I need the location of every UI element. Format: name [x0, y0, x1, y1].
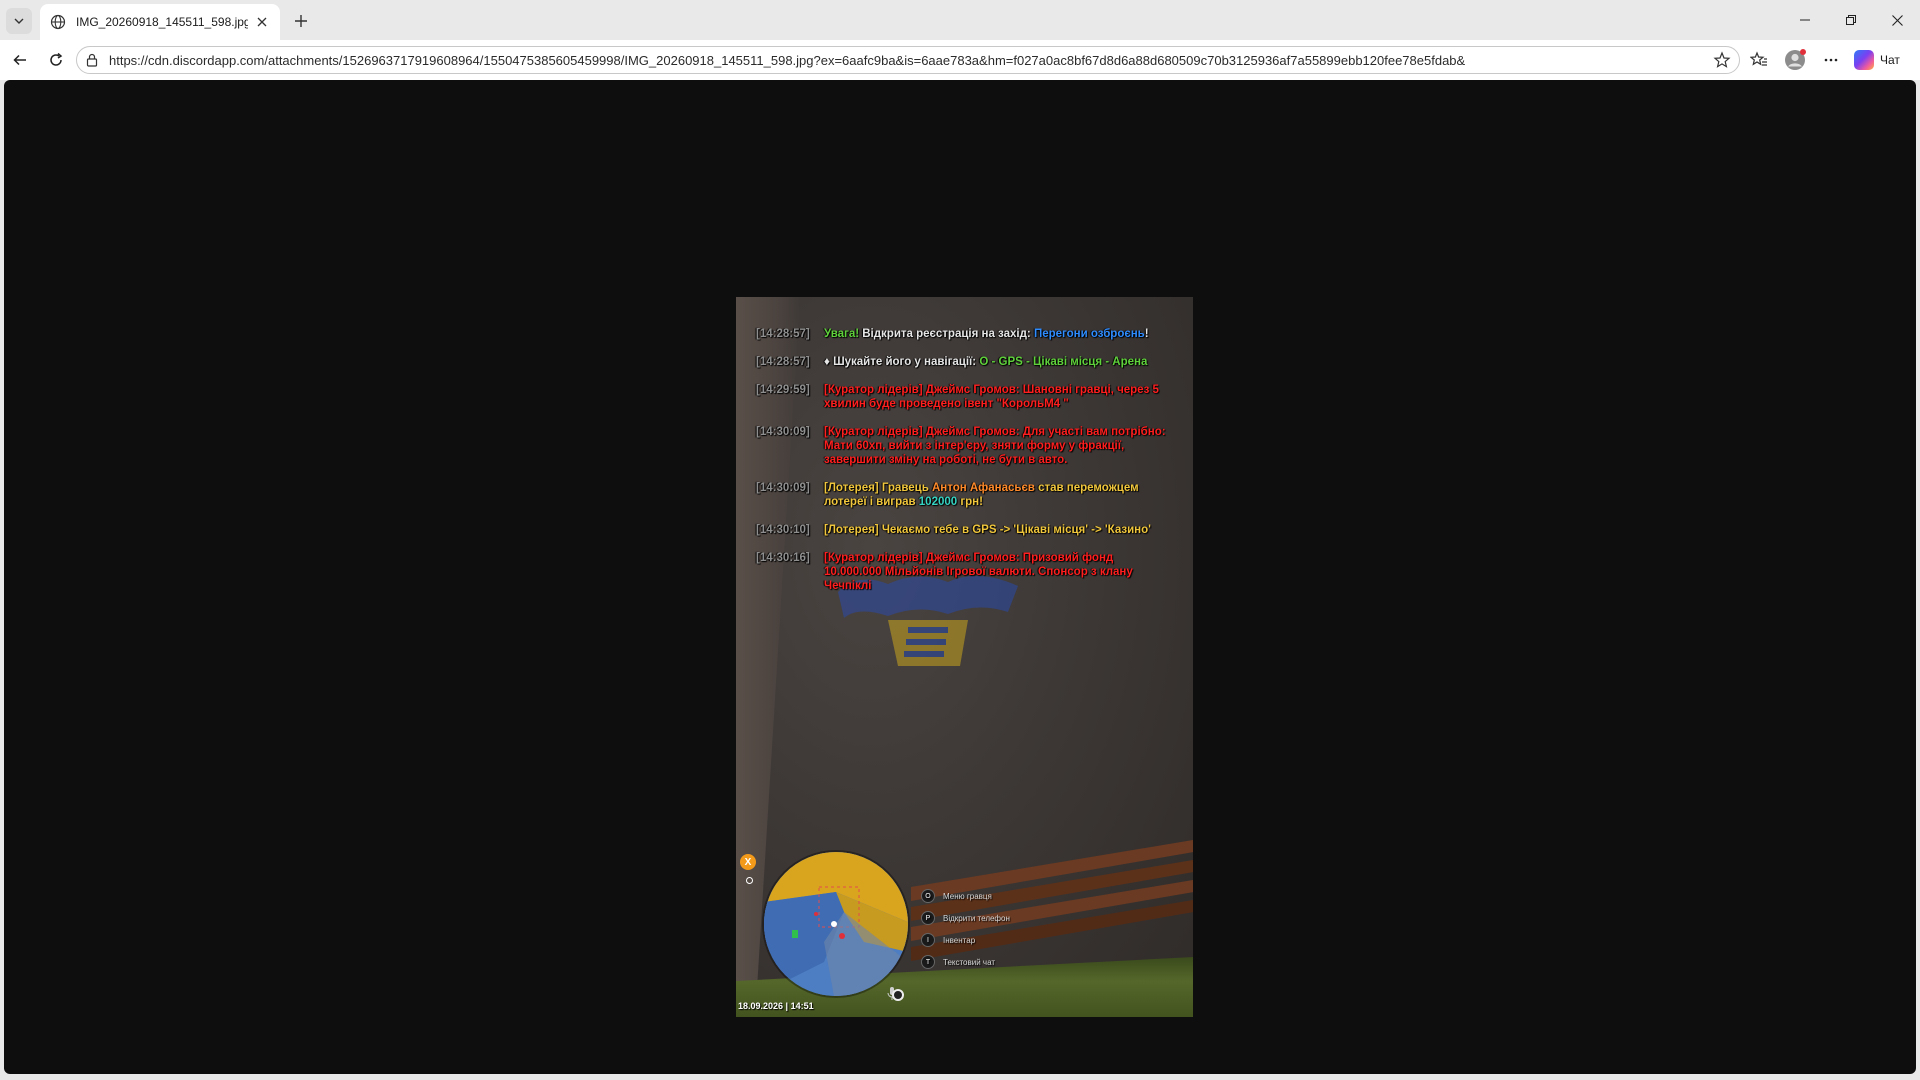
tab-list-button[interactable]	[6, 8, 32, 34]
chat-text-segment: ♦ Шукайте його у навігації:	[824, 356, 980, 368]
key-hint-label: Меню гравця	[943, 891, 992, 901]
image-viewer: [14:28:57] Увага! Відкрита реєстрація на …	[4, 80, 1916, 1074]
close-icon	[1891, 14, 1903, 26]
chat-text-segment: [Куратор лідерів] Джеймс Громов: Шановні…	[824, 384, 1159, 410]
key-hint-key: P	[921, 911, 935, 925]
chat-message: [14:30:16] [Куратор лідерів] Джеймс Громо…	[756, 551, 1166, 593]
key-hint: I Інвентар	[921, 929, 1010, 951]
tab-strip: IMG_20260918_145511_598.jpg (4	[0, 0, 1920, 40]
url-text[interactable]: https://cdn.discordapp.com/attachments/1…	[109, 53, 1713, 68]
voice-indicator-icon	[892, 989, 904, 1001]
chat-text-segment: Перегони озброєнь	[1033, 328, 1145, 340]
restore-button[interactable]	[1828, 0, 1874, 40]
close-window-button[interactable]	[1874, 0, 1920, 40]
favorites-icon	[1750, 51, 1767, 66]
tab-close-button[interactable]	[254, 14, 270, 30]
chat-text-segment: [Куратор лідерів] Джеймс Громов: Призови…	[824, 552, 1133, 592]
tab-title: IMG_20260918_145511_598.jpg (4	[76, 15, 248, 29]
key-hints: O Меню гравця P Відкрити телефон I Інвентар T Т…	[921, 885, 1010, 973]
key-hint-label: Текстовий чат	[943, 957, 996, 967]
chat-text-segment: грн!	[957, 496, 983, 508]
chat-text: ♦ Шукайте його у навігації: O - GPS - Ці…	[824, 355, 1166, 369]
more-button[interactable]	[1817, 46, 1845, 74]
copilot-chat-button[interactable]: Чат	[1854, 48, 1900, 72]
chat-message: [14:28:57] ♦ Шукайте його у навігації: O …	[756, 355, 1166, 369]
copilot-icon	[1854, 50, 1874, 70]
hud-dot	[746, 877, 753, 884]
chat-text-segment: 102000	[918, 496, 958, 508]
chat-text: [Куратор лідерів] Джеймс Громов: Для уча…	[824, 425, 1166, 467]
minimize-button[interactable]	[1782, 0, 1828, 40]
lock-icon[interactable]	[85, 53, 99, 67]
chat-timestamp: [14:28:57]	[756, 356, 810, 368]
restore-icon	[1846, 15, 1856, 25]
plus-icon	[295, 15, 307, 27]
chat-text: Увага! Відкрита реєстрація на захід: Пер…	[824, 327, 1166, 341]
chat-message: [14:28:57] Увага! Відкрита реєстрація на …	[756, 327, 1166, 341]
profile-button[interactable]	[1781, 46, 1809, 74]
favorites-button[interactable]	[1745, 46, 1773, 74]
toolbar: https://cdn.discordapp.com/attachments/1…	[0, 40, 1920, 80]
chat-label: Чат	[1880, 53, 1900, 67]
ellipsis-icon	[1824, 58, 1838, 62]
avatar-icon	[1785, 49, 1806, 70]
chat-timestamp: [14:30:16]	[756, 552, 810, 564]
minimap	[764, 852, 908, 996]
chat-timestamp: [14:30:10]	[756, 524, 810, 536]
chevron-down-icon	[14, 18, 24, 24]
chat-text-segment: [Лотерея] Гравець	[824, 482, 932, 494]
chat-message: [14:30:09] [Куратор лідерів] Джеймс Громо…	[756, 425, 1166, 467]
hud-badge: X	[740, 854, 756, 870]
game-chat: [14:28:57] Увага! Відкрита реєстрація на …	[756, 327, 1166, 607]
key-hint-key: I	[921, 933, 935, 947]
key-hint-key: T	[921, 955, 935, 969]
chat-text-segment: O - GPS - Цікаві місця - Арена	[979, 356, 1148, 368]
key-hint-label: Інвентар	[943, 935, 976, 945]
chat-timestamp: [14:30:09]	[756, 482, 810, 494]
active-tab[interactable]: IMG_20260918_145511_598.jpg (4	[40, 4, 280, 40]
key-hint-key: O	[921, 889, 935, 903]
arrow-left-icon	[13, 54, 26, 66]
key-hint: P Відкрити телефон	[921, 907, 1010, 929]
chat-text: [Лотерея] Гравець Антон Афанасьєв став п…	[824, 481, 1166, 509]
chat-text-segment: Антон Афанасьєв	[931, 482, 1035, 494]
minimize-icon	[1800, 19, 1810, 21]
refresh-icon	[50, 52, 63, 66]
chat-message: [14:30:10] [Лотерея] Чекаємо тебе в GPS -…	[756, 523, 1166, 537]
chat-message: [14:29:59] [Куратор лідерів] Джеймс Громо…	[756, 383, 1166, 411]
new-tab-button[interactable]	[288, 8, 314, 34]
screenshot-image[interactable]: [14:28:57] Увага! Відкрита реєстрація на …	[736, 297, 1193, 1017]
minimap-terrain	[764, 852, 908, 996]
chat-timestamp: [14:28:57]	[756, 328, 810, 340]
close-icon	[257, 17, 267, 27]
chat-text: [Куратор лідерів] Джеймс Громов: Призови…	[824, 551, 1166, 593]
chat-timestamp: [14:30:09]	[756, 426, 810, 438]
address-bar[interactable]: https://cdn.discordapp.com/attachments/1…	[76, 46, 1740, 74]
key-hint-label: Відкрити телефон	[943, 913, 1010, 923]
chat-text: [Куратор лідерів] Джеймс Громов: Шановні…	[824, 383, 1166, 411]
reload-button[interactable]	[42, 46, 70, 74]
key-hint: T Текстовий чат	[921, 951, 1010, 973]
window-controls	[1782, 0, 1920, 40]
chat-text-segment: [Куратор лідерів] Джеймс Громов: Для уча…	[824, 426, 1166, 466]
back-button[interactable]	[6, 46, 34, 74]
game-datetime: 18.09.2026 | 14:51	[738, 1001, 814, 1011]
globe-icon	[50, 14, 66, 30]
star-icon[interactable]	[1713, 51, 1731, 69]
chat-timestamp: [14:29:59]	[756, 384, 810, 396]
chat-message: [14:30:09] [Лотерея] Гравець Антон Афанас…	[756, 481, 1166, 509]
chat-text-segment: [Лотерея] Чекаємо тебе в GPS -> 'Цікаві …	[824, 524, 1151, 536]
chat-text-segment: !	[1144, 328, 1149, 340]
chat-text: [Лотерея] Чекаємо тебе в GPS -> 'Цікаві …	[824, 523, 1166, 537]
chat-text-segment: Увага!	[824, 328, 863, 340]
key-hint: O Меню гравця	[921, 885, 1010, 907]
chat-text-segment: Відкрита реєстрація на захід:	[862, 328, 1034, 340]
